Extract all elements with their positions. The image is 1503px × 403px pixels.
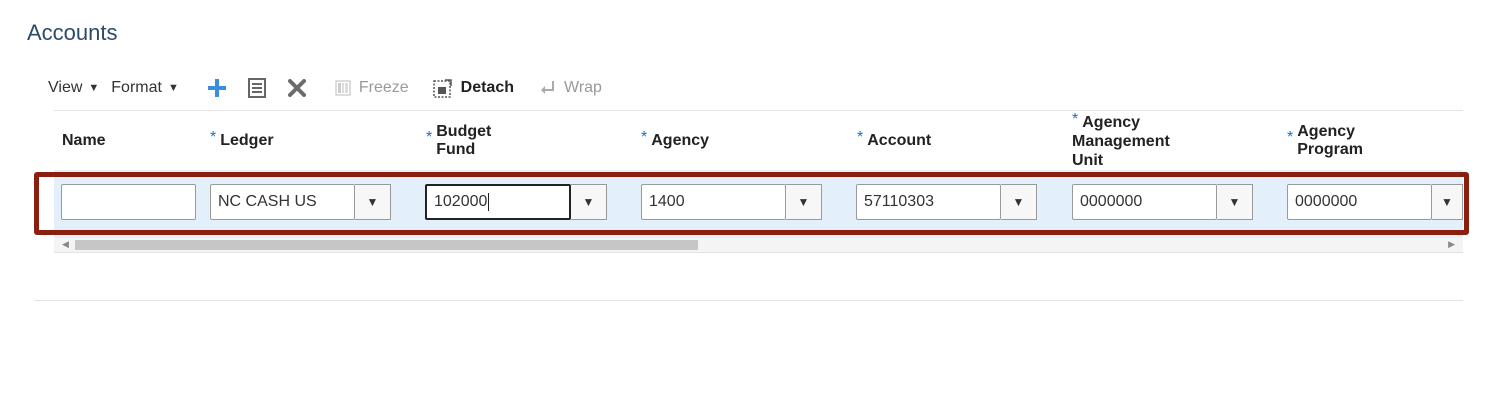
- agency-management-unit-input[interactable]: 0000000: [1072, 184, 1217, 220]
- required-asterisk: *: [857, 129, 864, 146]
- agency-program-dropdown-icon[interactable]: ▼: [1432, 184, 1463, 220]
- wrap-label: Wrap: [564, 79, 602, 96]
- account-input[interactable]: 57110303: [856, 184, 1001, 220]
- table-top-divider: [54, 110, 1463, 111]
- column-ledger-label: Ledger: [220, 132, 274, 149]
- column-agency-mgmt-unit-line2: Unit: [1072, 151, 1104, 169]
- budget-fund-input[interactable]: 102000: [425, 184, 571, 220]
- view-menu[interactable]: View ▼: [48, 79, 99, 97]
- horizontal-scrollbar[interactable]: ◀ ▶: [54, 238, 1463, 253]
- scrollbar-thumb[interactable]: [75, 240, 698, 250]
- wrap-button[interactable]: Wrap: [538, 79, 602, 97]
- format-menu[interactable]: Format ▼: [111, 79, 179, 97]
- name-input[interactable]: [61, 184, 196, 220]
- view-caret-icon: ▼: [88, 82, 100, 94]
- column-budget-fund-label: Budget Fund: [436, 123, 492, 158]
- ledger-input[interactable]: NC CASH US: [210, 184, 355, 220]
- column-header-ledger[interactable]: * Ledger: [210, 112, 274, 170]
- add-icon[interactable]: [207, 78, 227, 98]
- required-asterisk: *: [1287, 129, 1294, 146]
- edit-record-icon[interactable]: [247, 78, 267, 98]
- format-menu-label: Format: [111, 79, 162, 96]
- ledger-dropdown-icon[interactable]: ▼: [355, 184, 391, 220]
- required-asterisk: *: [1072, 110, 1079, 128]
- format-caret-icon: ▼: [167, 82, 179, 94]
- detach-icon: [432, 78, 453, 98]
- column-agency-program-label: Agency Program: [1297, 123, 1364, 158]
- column-name-label: Name: [62, 132, 106, 149]
- section-bottom-divider: [34, 300, 1463, 301]
- column-agency-mgmt-unit-line1-wrap: * Agency Management: [1072, 110, 1170, 151]
- column-header-agency-program[interactable]: * Agency Program: [1287, 112, 1363, 170]
- column-account-label: Account: [867, 132, 932, 149]
- freeze-button[interactable]: Freeze: [335, 79, 409, 97]
- wrap-icon: [538, 80, 556, 96]
- delete-icon[interactable]: [287, 78, 307, 98]
- budget-fund-dropdown-icon[interactable]: ▼: [571, 184, 607, 220]
- scroll-left-icon[interactable]: ◀: [62, 239, 69, 250]
- column-agency-mgmt-unit-line1: Agency Management: [1072, 113, 1170, 150]
- table-toolbar: View ▼ Format ▼ Freeze Detach Wrap: [48, 76, 626, 100]
- detach-button[interactable]: Detach: [432, 78, 514, 98]
- scroll-right-icon[interactable]: ▶: [1448, 239, 1455, 250]
- view-menu-label: View: [48, 79, 83, 96]
- column-header-name[interactable]: Name: [62, 112, 106, 170]
- required-asterisk: *: [210, 129, 217, 146]
- required-asterisk: *: [426, 129, 433, 146]
- freeze-label: Freeze: [358, 79, 409, 96]
- required-asterisk: *: [641, 129, 648, 146]
- freeze-icon: [335, 80, 351, 96]
- detach-label: Detach: [460, 79, 514, 96]
- column-header-account[interactable]: * Account: [857, 112, 931, 170]
- column-header-agency[interactable]: * Agency: [641, 112, 709, 170]
- account-dropdown-icon[interactable]: ▼: [1001, 184, 1037, 220]
- budget-fund-value: 102000: [434, 193, 488, 210]
- agency-management-unit-dropdown-icon[interactable]: ▼: [1217, 184, 1253, 220]
- page-title: Accounts: [27, 20, 118, 45]
- column-header-agency-management-unit[interactable]: * Agency Management Unit: [1072, 110, 1170, 170]
- agency-dropdown-icon[interactable]: ▼: [786, 184, 822, 220]
- column-agency-label: Agency: [651, 132, 710, 149]
- agency-input[interactable]: 1400: [641, 184, 786, 220]
- text-cursor: [488, 193, 490, 211]
- agency-program-input[interactable]: 0000000: [1287, 184, 1432, 220]
- column-header-budget-fund[interactable]: * Budget Fund: [426, 112, 491, 170]
